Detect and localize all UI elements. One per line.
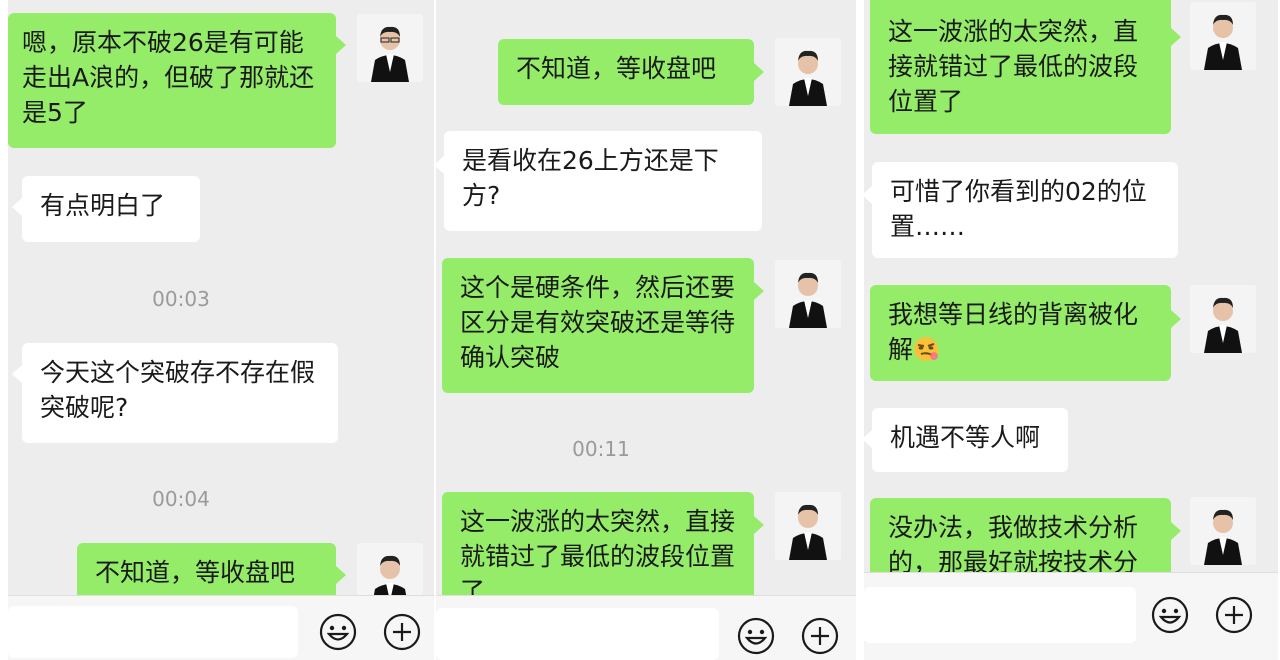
message-text: 机遇不等人啊 xyxy=(890,423,1041,452)
avatar[interactable] xyxy=(1190,497,1256,565)
input-bar xyxy=(436,595,856,660)
timestamp: 00:04 xyxy=(152,487,210,511)
bubble-tail xyxy=(754,282,764,300)
message-bubble-incoming[interactable]: 今天这个突破存不存在假突破呢? xyxy=(22,343,338,443)
man-in-suit-avatar-icon xyxy=(1190,285,1256,353)
man-in-suit-avatar-icon xyxy=(357,14,423,82)
input-bar xyxy=(8,595,434,660)
chat-panel-3: 这一波涨的太突然，直接就错过了最低的波段位置了 可惜了你看到的02的位置…… 我… xyxy=(864,0,1278,660)
bubble-tail xyxy=(1171,28,1181,46)
message-input[interactable] xyxy=(436,608,719,660)
message-bubble-outgoing[interactable]: 这个是硬条件，然后还要区分是有效突破还是等待确认突破 xyxy=(442,258,754,393)
message-text: 可惜了你看到的02的位置…… xyxy=(890,177,1147,241)
smiley-icon xyxy=(319,613,357,651)
avatar[interactable] xyxy=(1190,2,1256,70)
bubble-tail xyxy=(336,36,346,54)
smirk-emoji-icon xyxy=(914,337,939,361)
bubble-tail xyxy=(1171,310,1181,328)
avatar[interactable] xyxy=(775,38,841,106)
bubble-tail xyxy=(864,430,872,448)
message-bubble-incoming[interactable]: 有点明白了 xyxy=(22,176,200,242)
message-bubble-outgoing[interactable]: 不知道，等收盘吧 xyxy=(498,39,754,105)
emoji-button[interactable] xyxy=(318,612,358,652)
man-in-suit-avatar-icon xyxy=(1190,2,1256,70)
plus-button[interactable] xyxy=(800,616,840,656)
message-text: 有点明白了 xyxy=(40,191,166,220)
message-list[interactable]: 不知道，等收盘吧 是看收在26上方还是下方? 这个是硬条件，然后还要区分是有效突… xyxy=(436,0,856,595)
chat-panel-2: 不知道，等收盘吧 是看收在26上方还是下方? 这个是硬条件，然后还要区分是有效突… xyxy=(436,0,856,660)
message-text: 今天这个突破存不存在假突破呢? xyxy=(40,358,316,422)
message-input[interactable] xyxy=(864,587,1136,643)
message-bubble-incoming[interactable]: 可惜了你看到的02的位置…… xyxy=(872,162,1178,258)
message-bubble-outgoing[interactable]: 我想等日线的背离被化解 xyxy=(870,285,1171,381)
message-list[interactable]: 这一波涨的太突然，直接就错过了最低的波段位置了 可惜了你看到的02的位置…… 我… xyxy=(864,0,1278,572)
message-bubble-outgoing[interactable]: 不知道，等收盘吧 xyxy=(77,543,336,595)
plus-circle-icon xyxy=(801,617,839,655)
bubble-tail xyxy=(336,566,346,584)
emoji-button[interactable] xyxy=(1150,595,1190,635)
message-bubble-incoming[interactable]: 是看收在26上方还是下方? xyxy=(444,131,762,231)
message-text: 这一波涨的太突然，直接就错过了最低的波段位置了 xyxy=(888,17,1139,116)
avatar[interactable] xyxy=(775,492,841,560)
input-bar xyxy=(864,572,1278,660)
man-in-suit-avatar-icon xyxy=(775,260,841,328)
plus-button[interactable] xyxy=(1214,595,1254,635)
bubble-tail xyxy=(436,156,444,174)
man-in-suit-avatar-icon xyxy=(357,543,423,595)
message-bubble-incoming[interactable]: 机遇不等人啊 xyxy=(872,408,1068,472)
plus-circle-icon xyxy=(383,613,421,651)
message-text: 没办法，我做技术分析的，那最好就按技术分 xyxy=(888,513,1139,572)
message-text: 不知道，等收盘吧 xyxy=(516,54,717,83)
man-in-suit-avatar-icon xyxy=(775,38,841,106)
timestamp: 00:11 xyxy=(572,437,630,461)
smiley-icon xyxy=(737,617,775,655)
emoji-button[interactable] xyxy=(736,616,776,656)
bubble-tail xyxy=(864,186,872,204)
bubble-tail xyxy=(1171,522,1181,540)
message-bubble-outgoing[interactable]: 嗯，原本不破26是有可能走出A浪的，但破了那就还是5了 xyxy=(8,13,336,148)
timestamp: 00:03 xyxy=(152,287,210,311)
message-text: 这一波涨的太突然，直接就错过了最低的波段位置了 xyxy=(460,507,736,595)
message-bubble-outgoing[interactable]: 这一波涨的太突然，直接就错过了最低的波段位置了 xyxy=(442,492,754,595)
chat-panel-1: 嗯，原本不破26是有可能走出A浪的，但破了那就还是5了 有点明白了 00:03 … xyxy=(8,0,434,660)
message-text: 是看收在26上方还是下方? xyxy=(462,146,719,210)
message-text: 嗯，原本不破26是有可能走出A浪的，但破了那就还是5了 xyxy=(22,28,315,127)
avatar[interactable] xyxy=(357,543,423,595)
message-text: 不知道，等收盘吧 xyxy=(95,558,296,587)
plus-circle-icon xyxy=(1215,596,1253,634)
message-text: 这个是硬条件，然后还要区分是有效突破还是等待确认突破 xyxy=(460,273,736,372)
avatar[interactable] xyxy=(1190,285,1256,353)
message-bubble-outgoing[interactable]: 没办法，我做技术分析的，那最好就按技术分 xyxy=(870,498,1171,572)
smiley-icon xyxy=(1151,596,1189,634)
avatar[interactable] xyxy=(775,260,841,328)
message-bubble-outgoing[interactable]: 这一波涨的太突然，直接就错过了最低的波段位置了 xyxy=(870,0,1171,134)
plus-button[interactable] xyxy=(382,612,422,652)
bubble-tail xyxy=(12,365,22,383)
bubble-tail xyxy=(12,198,22,216)
message-list[interactable]: 嗯，原本不破26是有可能走出A浪的，但破了那就还是5了 有点明白了 00:03 … xyxy=(8,0,434,595)
bubble-tail xyxy=(754,516,764,534)
avatar[interactable] xyxy=(357,14,423,82)
man-in-suit-avatar-icon xyxy=(775,492,841,560)
message-input[interactable] xyxy=(8,606,298,658)
bubble-tail xyxy=(754,63,764,81)
man-in-suit-avatar-icon xyxy=(1190,497,1256,565)
